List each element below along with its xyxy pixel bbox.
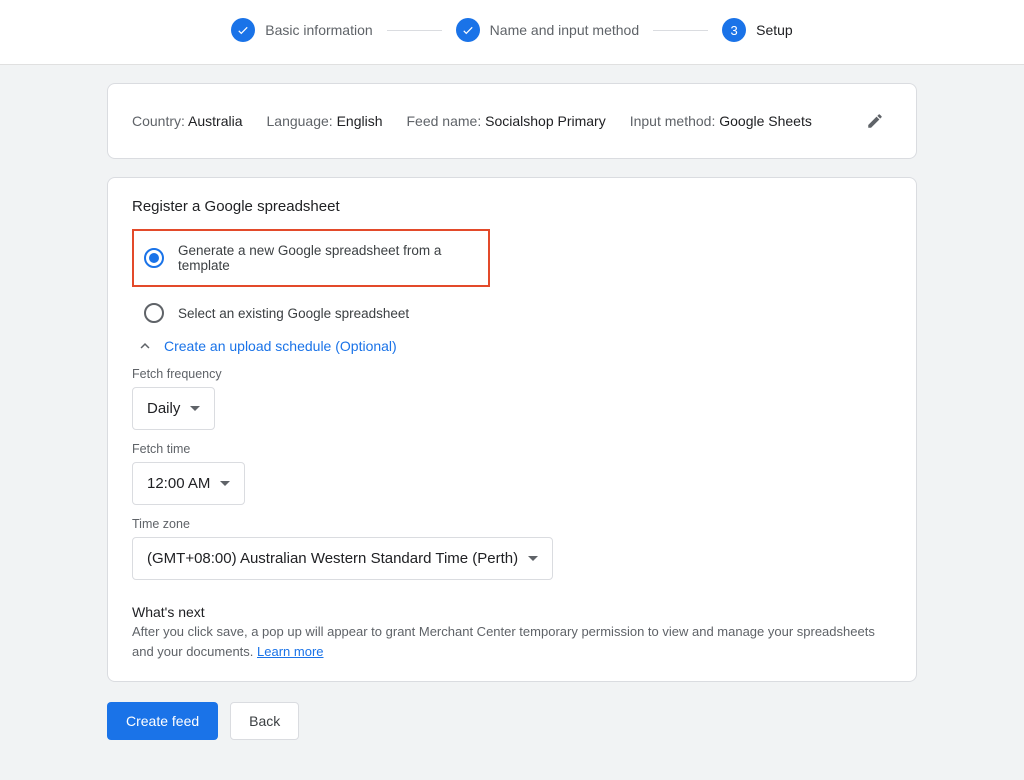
summary-country: Country: Australia <box>132 113 243 129</box>
pencil-icon <box>866 112 884 130</box>
check-icon <box>231 18 255 42</box>
register-spreadsheet-card: Register a Google spreadsheet Generate a… <box>107 177 917 682</box>
fetch-frequency-label: Fetch frequency <box>132 367 892 381</box>
learn-more-link[interactable]: Learn more <box>257 644 323 659</box>
fetch-frequency-select[interactable]: Daily <box>132 387 215 430</box>
radio-label: Select an existing Google spreadsheet <box>178 306 409 321</box>
radio-icon <box>144 248 164 268</box>
create-feed-button[interactable]: Create feed <box>107 702 218 740</box>
summary-feed-name: Feed name: Socialshop Primary <box>407 113 606 129</box>
step-divider <box>387 30 442 31</box>
step-number-icon: 3 <box>722 18 746 42</box>
upload-schedule-toggle[interactable]: Create an upload schedule (Optional) <box>136 337 892 355</box>
radio-generate-new[interactable]: Generate a new Google spreadsheet from a… <box>132 229 490 287</box>
step-basic-information[interactable]: Basic information <box>231 18 372 42</box>
check-icon <box>456 18 480 42</box>
step-label: Setup <box>756 22 793 38</box>
fetch-time-label: Fetch time <box>132 442 892 456</box>
step-label: Basic information <box>265 22 372 38</box>
whats-next-title: What's next <box>132 604 892 620</box>
stepper: Basic information Name and input method … <box>0 0 1024 64</box>
action-bar: Create feed Back <box>107 702 917 740</box>
step-label: Name and input method <box>490 22 639 38</box>
chevron-down-icon <box>190 406 200 411</box>
summary-input-method: Input method: Google Sheets <box>630 113 812 129</box>
time-zone-label: Time zone <box>132 517 892 531</box>
select-value: (GMT+08:00) Australian Western Standard … <box>147 550 518 567</box>
summary-language: Language: English <box>267 113 383 129</box>
radio-select-existing[interactable]: Select an existing Google spreadsheet <box>132 297 892 323</box>
step-setup[interactable]: 3 Setup <box>722 18 793 42</box>
edit-button[interactable] <box>858 104 892 138</box>
upload-schedule-label: Create an upload schedule (Optional) <box>164 338 397 354</box>
select-value: Daily <box>147 400 180 417</box>
chevron-up-icon <box>136 337 154 355</box>
chevron-down-icon <box>528 556 538 561</box>
radio-icon <box>144 303 164 323</box>
radio-label: Generate a new Google spreadsheet from a… <box>178 243 470 273</box>
time-zone-select[interactable]: (GMT+08:00) Australian Western Standard … <box>132 537 553 580</box>
whats-next-body: After you click save, a pop up will appe… <box>132 622 892 661</box>
step-name-input-method[interactable]: Name and input method <box>456 18 639 42</box>
feed-summary-card: Country: Australia Language: English Fee… <box>107 83 917 159</box>
chevron-down-icon <box>220 481 230 486</box>
step-divider <box>653 30 708 31</box>
select-value: 12:00 AM <box>147 475 210 492</box>
back-button[interactable]: Back <box>230 702 299 740</box>
fetch-time-select[interactable]: 12:00 AM <box>132 462 245 505</box>
section-title: Register a Google spreadsheet <box>132 198 892 215</box>
